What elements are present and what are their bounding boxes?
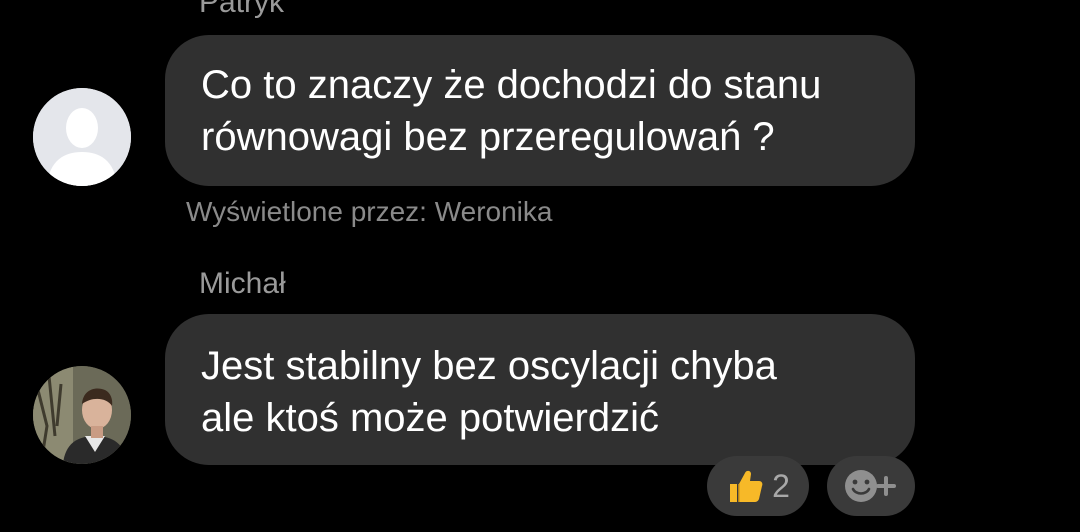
message-bubble[interactable]: Jest stabilny bez oscylacji chyba ale kt…: [165, 314, 915, 465]
avatar[interactable]: [33, 366, 131, 464]
message-text-line: Co to znaczy że dochodzi do stanu: [201, 63, 822, 107]
sender-name: Patryk: [199, 0, 285, 19]
avatar[interactable]: [33, 88, 131, 186]
profile-photo: [33, 366, 131, 464]
add-reaction-button[interactable]: [827, 456, 915, 516]
add-reaction-icon: [845, 470, 896, 502]
thumbs-up-icon: [730, 470, 763, 502]
chat-screen: Patryk Co to znaczy że dochodzi do stanu…: [0, 0, 1080, 532]
message-text-line: Jest stabilny bez oscylacji chyba: [201, 344, 777, 388]
message-text-line: równowagi bez przeregulowań ?: [201, 115, 775, 159]
sender-name: Michał: [199, 267, 286, 300]
message-text-line: ale ktoś może potwierdzić: [201, 396, 659, 440]
reaction-count: 2: [772, 467, 790, 504]
default-avatar-icon: [33, 88, 131, 186]
reaction-count-button[interactable]: 2: [707, 456, 809, 516]
message-bubble[interactable]: Co to znaczy że dochodzi do stanu równow…: [165, 35, 915, 186]
seen-by-status: Wyświetlone przez: Weronika: [186, 196, 553, 227]
